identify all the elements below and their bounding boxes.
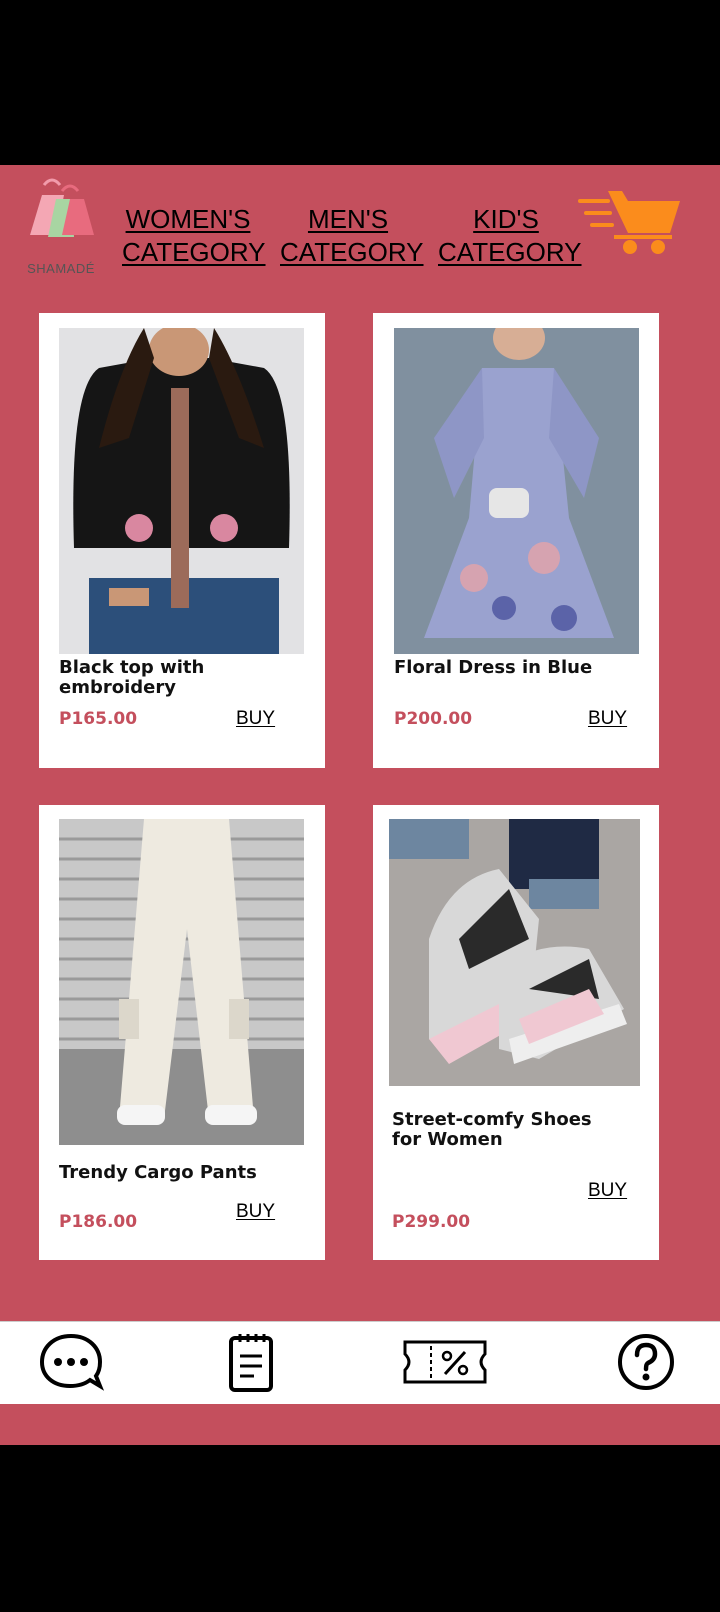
product-card[interactable]: Street-comfy Shoes for Women P299.00 BUY (373, 805, 659, 1260)
product-title: Floral Dress in Blue (394, 657, 593, 678)
brand-logo[interactable]: SHAMADÉ (22, 173, 98, 276)
product-price: P165.00 (59, 709, 138, 729)
product-image-black-top[interactable] (59, 328, 304, 654)
cart-icon[interactable] (578, 187, 684, 255)
app-screen: SHAMADÉ WOMEN'S CATEGORY MEN'S CATEGORY … (0, 165, 720, 1445)
notepad-icon[interactable] (228, 1332, 274, 1392)
nav-mens-line2: CATEGORY (280, 237, 424, 267)
nav-kids-line1: KID'S (473, 204, 539, 234)
nav-mens-line1: MEN'S (307, 204, 389, 234)
brand-name: SHAMADÉ (27, 261, 95, 276)
product-price: P299.00 (392, 1212, 471, 1232)
product-card[interactable]: Floral Dress in Blue P200.00 BUY (373, 313, 659, 768)
buy-button[interactable]: BUY (236, 1201, 275, 1223)
shopping-bags-icon (30, 178, 94, 237)
product-image-floral-dress[interactable] (394, 328, 639, 654)
chat-icon[interactable] (38, 1332, 104, 1394)
help-icon[interactable] (616, 1332, 676, 1392)
product-image-cargo-pants[interactable] (59, 819, 304, 1145)
product-image-sneakers[interactable] (389, 819, 640, 1086)
buy-button[interactable]: BUY (236, 708, 275, 730)
product-card[interactable]: Black top with embroidery P165.00 BUY (39, 313, 325, 768)
product-card[interactable]: Trendy Cargo Pants P186.00 BUY (39, 805, 325, 1260)
nav-kids-line2: CATEGORY (438, 237, 582, 267)
nav-womens-line2: CATEGORY (122, 237, 266, 267)
buy-button[interactable]: BUY (588, 1180, 627, 1202)
product-title: Trendy Cargo Pants (59, 1162, 257, 1183)
product-price: P186.00 (59, 1212, 138, 1232)
product-title: Street-comfy Shoes for Women (392, 1109, 592, 1150)
product-price: P200.00 (394, 709, 473, 729)
nav-kids-category[interactable]: KID'S CATEGORY (438, 203, 582, 269)
product-title: Black top with embroidery (59, 657, 205, 698)
nav-womens-category[interactable]: WOMEN'S CATEGORY (122, 203, 266, 269)
bottom-nav-bar (0, 1321, 720, 1404)
nav-mens-category[interactable]: MEN'S CATEGORY (280, 203, 424, 269)
coupon-icon[interactable] (401, 1338, 489, 1386)
buy-button[interactable]: BUY (588, 708, 627, 730)
nav-womens-line1: WOMEN'S (125, 204, 251, 234)
